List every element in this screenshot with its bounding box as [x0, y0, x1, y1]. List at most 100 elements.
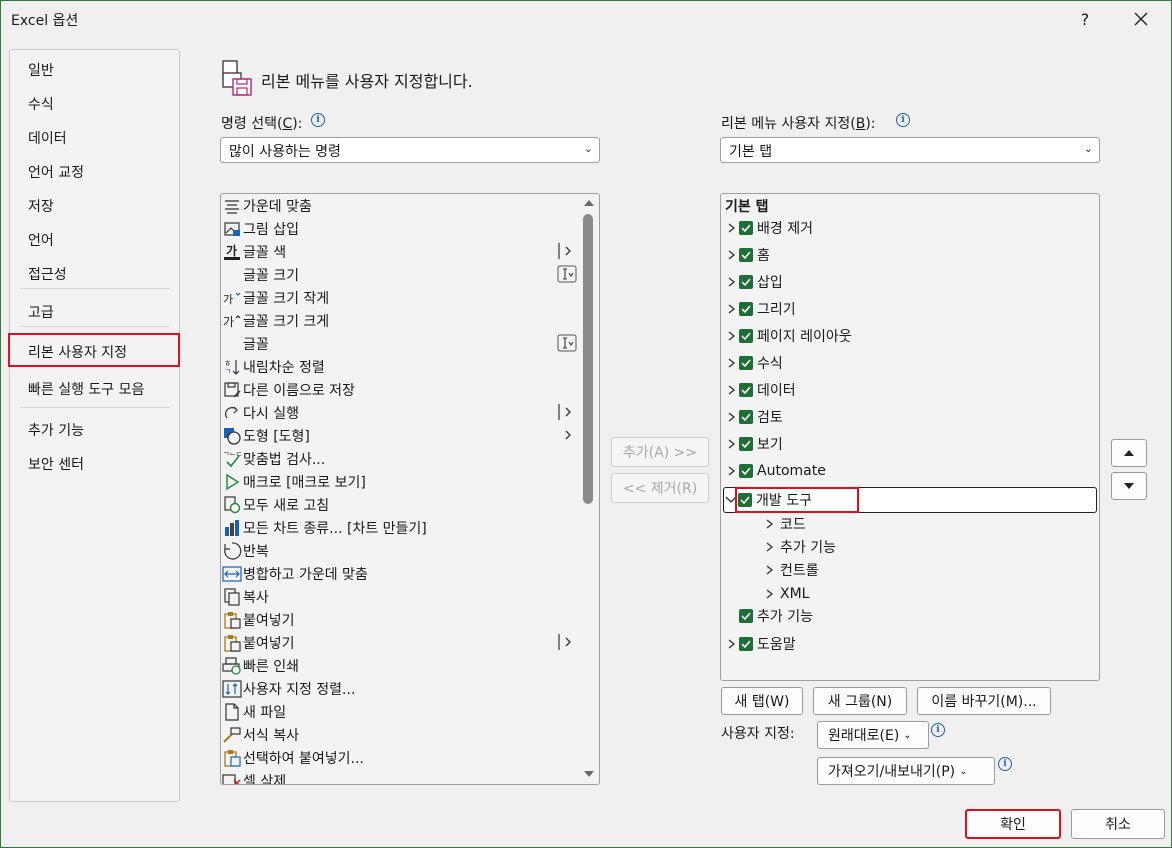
tab-checkbox[interactable] — [739, 464, 753, 478]
choose-commands-combo[interactable]: 많이 사용하는 명령 ⌄ — [220, 137, 600, 163]
rename-button[interactable]: 이름 바꾸기(M)... — [917, 687, 1051, 715]
command-item[interactable]: 반복 — [221, 539, 581, 562]
tab-checkbox[interactable] — [739, 302, 753, 316]
scroll-thumb[interactable] — [583, 214, 593, 504]
nav-item-save[interactable]: 저장 — [28, 196, 54, 216]
chevron-right-icon[interactable] — [725, 638, 739, 650]
tree-item-tab[interactable]: 도움말 — [725, 632, 796, 656]
customize-ribbon-combo[interactable]: 기본 탭 ⌄ — [720, 137, 1100, 163]
tab-checkbox[interactable] — [739, 221, 753, 235]
tree-item-group[interactable]: 컨트롤 — [763, 558, 819, 582]
tab-checkbox[interactable] — [739, 275, 753, 289]
info-icon[interactable]: i — [311, 113, 325, 127]
command-item[interactable]: 병합하고 가운데 맞춤 — [221, 562, 581, 585]
command-item[interactable]: 서식 복사 — [221, 723, 581, 746]
command-item[interactable]: 새 파일 — [221, 700, 581, 723]
tree-item-tab[interactable]: 배경 제거 — [725, 216, 813, 240]
info-icon[interactable]: i — [931, 723, 945, 737]
tree-item-tab[interactable]: 홈 — [725, 243, 770, 267]
add-button[interactable]: 추가(A) >> — [611, 437, 709, 467]
tab-checkbox[interactable] — [739, 329, 753, 343]
chevron-right-icon[interactable] — [725, 411, 739, 423]
nav-item-proofing[interactable]: 언어 교정 — [28, 162, 84, 182]
chevron-right-icon[interactable] — [725, 222, 739, 234]
command-item[interactable]: 가운데 맞춤 — [221, 194, 581, 217]
ribbon-tabs-tree[interactable]: 기본 탭 배경 제거 홈 삽입 그리기 페이지 레이아웃 수식 데이터 검토 보기 Automat… — [720, 193, 1100, 681]
commands-list[interactable]: 가운데 맞춤 그림 삽입 가 글꼴 색 글꼴 크기 가 글꼴 크기 작게 가 글꼴 크기 크게 글… — [220, 193, 600, 785]
chevron-right-icon[interactable] — [725, 438, 739, 450]
cancel-button[interactable]: 취소 — [1071, 809, 1165, 839]
tab-checkbox[interactable] — [739, 609, 753, 623]
command-item[interactable]: 빠른 인쇄 — [221, 654, 581, 677]
tree-item-tab[interactable]: 검토 — [725, 405, 783, 429]
remove-button[interactable]: << 제거(R) — [611, 473, 709, 503]
tree-item-tab[interactable]: 데이터 — [725, 378, 796, 402]
command-item[interactable]: 가 글꼴 크기 작게 — [221, 286, 581, 309]
close-button[interactable] — [1123, 5, 1159, 33]
nav-item-data[interactable]: 데이터 — [28, 128, 67, 148]
tab-checkbox[interactable] — [739, 637, 753, 651]
nav-item-advanced[interactable]: 고급 — [28, 302, 54, 322]
command-item[interactable]: 글꼴 — [221, 332, 581, 355]
command-item[interactable]: 복사 — [221, 585, 581, 608]
nav-item-language[interactable]: 언어 — [28, 230, 54, 250]
chevron-right-icon[interactable] — [763, 588, 777, 600]
chevron-right-icon[interactable] — [725, 465, 739, 477]
command-item[interactable]: 선택하여 붙여넣기... — [221, 746, 581, 769]
tree-item-tab[interactable]: 추가 기능 — [725, 604, 813, 628]
nav-item-customize-ribbon[interactable]: 리본 사용자 지정 — [28, 342, 127, 362]
command-item[interactable]: 매크로 [매크로 보기] — [221, 470, 581, 493]
tab-checkbox[interactable] — [739, 410, 753, 424]
help-button[interactable]: ? — [1067, 5, 1103, 33]
tab-checkbox[interactable] — [739, 356, 753, 370]
tree-item-tab[interactable]: 페이지 레이아웃 — [725, 324, 852, 348]
new-tab-button[interactable]: 새 탭(W) — [721, 687, 803, 715]
tab-checkbox[interactable] — [739, 248, 753, 262]
move-down-button[interactable] — [1111, 472, 1147, 500]
chevron-right-icon[interactable] — [725, 357, 739, 369]
chevron-right-icon[interactable] — [763, 518, 777, 530]
tree-item-group[interactable]: 코드 — [763, 512, 806, 536]
chevron-right-icon[interactable] — [725, 249, 739, 261]
command-item[interactable]: 다시 실행 — [221, 401, 581, 424]
new-group-button[interactable]: 새 그룹(N) — [813, 687, 907, 715]
ok-button[interactable]: 확인 — [965, 809, 1061, 839]
chevron-right-icon[interactable] — [725, 330, 739, 342]
command-item[interactable]: 다른 이름으로 저장 — [221, 378, 581, 401]
info-icon[interactable]: i — [896, 113, 910, 127]
command-item[interactable]: 셀 삭제... — [221, 769, 581, 784]
scroll-up-icon[interactable] — [583, 198, 595, 208]
info-icon[interactable]: i — [998, 757, 1012, 771]
chevron-right-icon[interactable] — [725, 384, 739, 396]
command-item[interactable]: ㅎㄱ 내림차순 정렬 — [221, 355, 581, 378]
nav-item-add-ins[interactable]: 추가 기능 — [28, 420, 84, 440]
tree-item-group[interactable]: 추가 기능 — [763, 535, 836, 559]
chevron-right-icon[interactable] — [725, 303, 739, 315]
commands-scrollbar[interactable] — [580, 194, 598, 784]
command-item[interactable]: 가 글꼴 크기 크게 — [221, 309, 581, 332]
tab-checkbox[interactable] — [739, 437, 753, 451]
command-item[interactable]: 사용자 지정 정렬... — [221, 677, 581, 700]
tree-item-tab[interactable]: 삽입 — [725, 270, 783, 294]
command-item[interactable]: 붙여넣기 — [221, 608, 581, 631]
nav-item-quick-access-toolbar[interactable]: 빠른 실행 도구 모음 — [28, 379, 144, 399]
command-item[interactable]: 그림 삽입 — [221, 217, 581, 240]
scroll-down-icon[interactable] — [583, 769, 595, 779]
command-item[interactable]: 모든 차트 종류... [차트 만들기] — [221, 516, 581, 539]
tree-item-tab[interactable]: 그리기 — [725, 297, 796, 321]
chevron-right-icon[interactable] — [725, 276, 739, 288]
move-up-button[interactable] — [1111, 439, 1147, 467]
command-item[interactable]: 붙여넣기 — [221, 631, 581, 654]
tab-checkbox[interactable] — [739, 383, 753, 397]
nav-item-trust-center[interactable]: 보안 센터 — [28, 454, 84, 474]
nav-item-general[interactable]: 일반 — [28, 60, 54, 80]
tree-item-tab[interactable]: Automate — [725, 459, 826, 483]
command-item[interactable]: 도형 [도형] — [221, 424, 581, 447]
import-export-dropdown[interactable]: 가져오기/내보내기(P) ⌄ — [817, 757, 995, 785]
nav-item-formulas[interactable]: 수식 — [28, 94, 54, 114]
chevron-right-icon[interactable] — [763, 564, 777, 576]
tree-item-tab[interactable]: 수식 — [725, 351, 783, 375]
tree-item-tab[interactable]: 보기 — [725, 432, 783, 456]
reset-dropdown[interactable]: 원래대로(E) ⌄ — [817, 721, 929, 749]
command-item[interactable]: 글꼴 크기 — [221, 263, 581, 286]
